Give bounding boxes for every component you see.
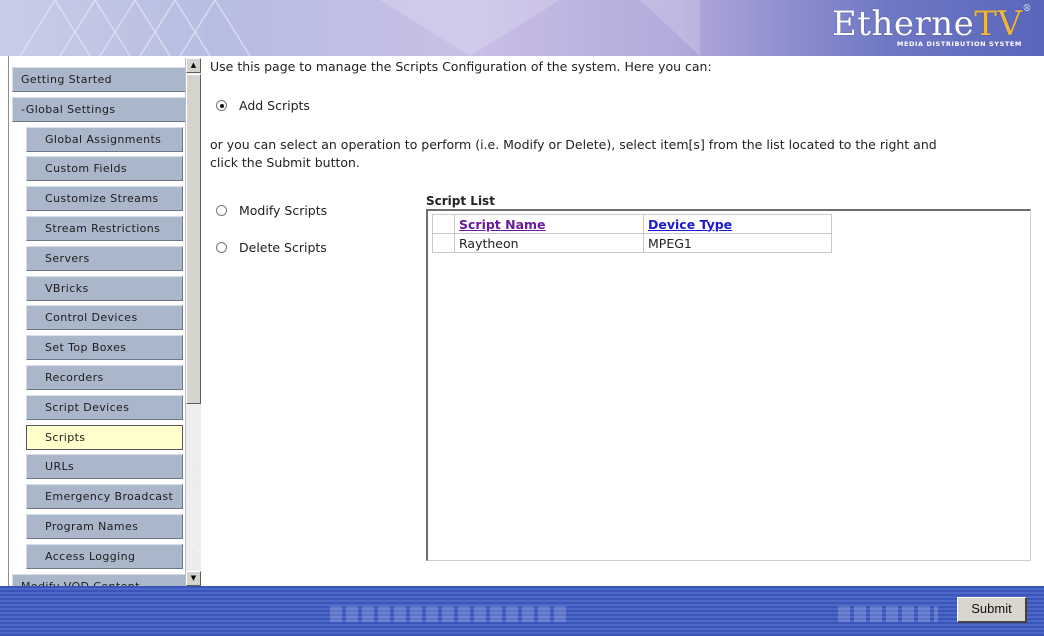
sort-device-type-link[interactable]: Device Type — [648, 217, 732, 232]
modify-scripts-radio[interactable] — [216, 205, 227, 216]
sidebar-item-getting-started[interactable]: Getting Started — [12, 67, 186, 92]
script-name-cell: Raytheon — [454, 233, 644, 253]
delete-scripts-option[interactable]: Delete Scripts — [216, 240, 327, 255]
sidebar-item-control-devices[interactable]: Control Devices — [26, 305, 183, 331]
sidebar-item-vbricks[interactable]: VBricks — [26, 275, 183, 301]
instructions-line-1: or you can select an operation to perfor… — [210, 137, 937, 152]
sidebar-item-program-names[interactable]: Program Names — [26, 514, 183, 539]
delete-scripts-radio[interactable] — [216, 242, 227, 253]
modify-scripts-label: Modify Scripts — [239, 203, 328, 218]
intro-text: Use this page to manage the Scripts Conf… — [210, 59, 712, 74]
sidebar-item-script-devices[interactable]: Script Devices — [26, 394, 183, 420]
instructions-line-2: click the Submit button. — [210, 155, 360, 170]
sidebar-item-access-logging[interactable]: Access Logging — [26, 543, 183, 569]
sidebar-item-set-top-boxes[interactable]: Set Top Boxes — [26, 335, 183, 361]
scroll-up-arrow-icon[interactable]: ▲ — [186, 58, 201, 73]
sidebar-nav: Getting Started -Global Settings Global As… — [8, 56, 201, 586]
header-banner: EtherneTV® MEDIA DISTRIBUTION SYSTEM — [0, 0, 1044, 56]
main-content: Use this page to manage the Scripts Conf… — [210, 58, 1040, 586]
sidebar-item-urls[interactable]: URLs — [26, 454, 183, 480]
delete-scripts-label: Delete Scripts — [239, 240, 327, 255]
banner-decoration — [19, 0, 700, 56]
script-table: Script Name Device Type Raytheon MPEG1 — [432, 214, 832, 253]
sidebar-item-stream-restrictions[interactable]: Stream Restrictions — [26, 216, 183, 241]
sidebar-item-recorders[interactable]: Recorders — [26, 365, 183, 390]
script-list-title: Script List — [426, 194, 495, 208]
submit-button[interactable]: Submit — [957, 597, 1027, 623]
add-scripts-option[interactable]: Add Scripts — [216, 98, 310, 113]
sidebar-item-modify-vod-content[interactable]: Modify VOD Content — [12, 573, 186, 586]
brand-logo: EtherneTV® MEDIA DISTRIBUTION SYSTEM — [831, 4, 1032, 48]
sidebar-item-customize-streams[interactable]: Customize Streams — [26, 186, 183, 212]
sort-script-name-link[interactable]: Script Name — [459, 217, 546, 232]
table-row[interactable]: Raytheon MPEG1 — [432, 233, 832, 253]
add-scripts-radio[interactable] — [216, 100, 227, 111]
sidebar-item-custom-fields[interactable]: Custom Fields — [26, 156, 183, 182]
row-select-cell[interactable] — [432, 233, 455, 253]
add-scripts-label: Add Scripts — [239, 98, 310, 113]
table-header-row: Script Name Device Type — [432, 214, 832, 234]
select-column-header — [432, 214, 455, 234]
sidebar-item-global-assignments[interactable]: Global Assignments — [26, 126, 183, 152]
device-type-cell: MPEG1 — [643, 233, 832, 253]
modify-scripts-option[interactable]: Modify Scripts — [216, 203, 327, 218]
footer-decoration-right — [838, 606, 938, 622]
sidebar-item-servers[interactable]: Servers — [26, 245, 183, 271]
device-type-header[interactable]: Device Type — [643, 214, 832, 234]
sidebar-item-global-settings[interactable]: -Global Settings — [12, 96, 186, 122]
script-name-header[interactable]: Script Name — [454, 214, 644, 234]
scrollbar-thumb[interactable] — [186, 74, 201, 404]
sidebar-item-scripts[interactable]: Scripts — [26, 424, 183, 450]
sidebar-scrollbar[interactable]: ▲ ▼ — [185, 58, 201, 586]
footer-bar: Submit — [0, 586, 1044, 636]
script-list-box: Script Name Device Type Raytheon MPEG1 — [426, 209, 1031, 561]
footer-decoration — [330, 606, 570, 622]
sidebar-item-emergency-broadcast[interactable]: Emergency Broadcast — [26, 484, 183, 510]
scroll-down-arrow-icon[interactable]: ▼ — [186, 571, 201, 586]
